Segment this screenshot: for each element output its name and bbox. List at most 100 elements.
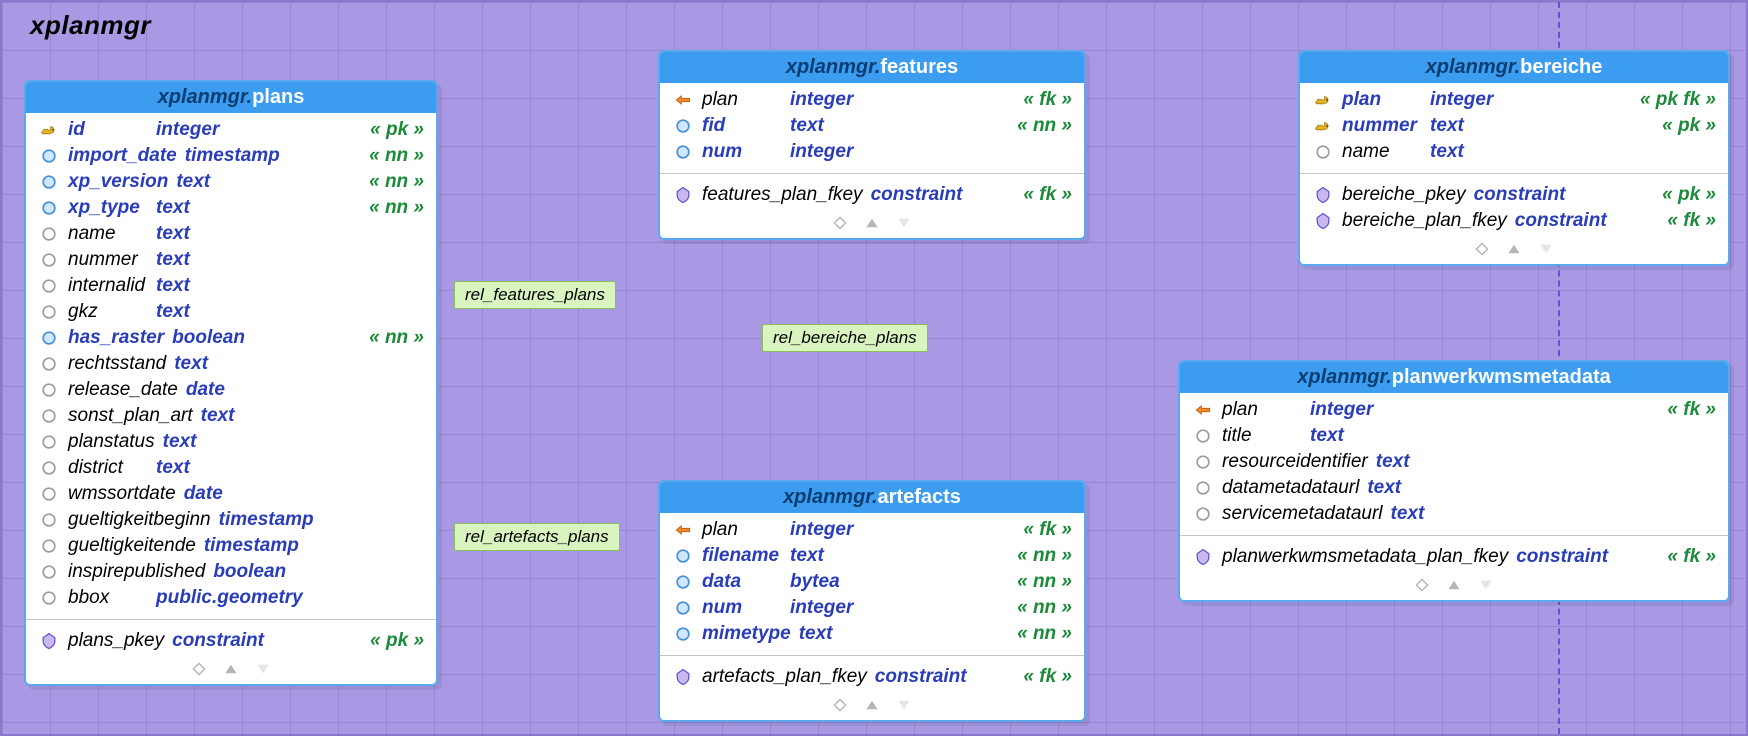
constraint-row[interactable]: artefacts_plan_fkeyconstraint« fk » [660,664,1084,690]
table-footer-controls[interactable] [660,212,1084,238]
column-name: name [68,223,148,245]
table-planwerkwmsmetadata[interactable]: xplanmgr.planwerkwmsmetadata planinteger… [1178,360,1730,602]
triangle-up-icon[interactable] [224,662,238,676]
table-features[interactable]: xplanmgr.features planinteger« fk »fidte… [658,50,1086,240]
column-row[interactable]: xp_typetext« nn » [26,195,436,221]
cons-icon [38,630,60,652]
column-row[interactable]: planinteger« fk » [1180,397,1728,423]
column-row[interactable]: planstatustext [26,429,436,455]
cons-icon [672,184,694,206]
column-row[interactable]: idinteger« pk » [26,117,436,143]
diamond-icon[interactable] [192,662,206,676]
column-flags: « nn » [369,327,424,349]
column-row[interactable]: internalidtext [26,273,436,299]
cons-icon [672,666,694,688]
triangle-down-icon[interactable] [1539,242,1553,256]
column-row[interactable]: fidtext« nn » [660,113,1084,139]
table-artefacts-header[interactable]: xplanmgr.artefacts [660,482,1084,513]
column-row[interactable]: numinteger [660,139,1084,165]
column-row[interactable]: inspirepublishedboolean [26,559,436,585]
column-row[interactable]: databytea« nn » [660,569,1084,595]
table-footer-controls[interactable] [1300,238,1728,264]
nn-icon [672,571,694,593]
column-row[interactable]: nametext [1300,139,1728,165]
column-row[interactable]: titletext [1180,423,1728,449]
column-row[interactable]: resourceidentifiertext [1180,449,1728,475]
nn-icon [38,145,60,167]
column-row[interactable]: planinteger« pk fk » [1300,87,1728,113]
column-name: gueltigkeitende [68,535,196,557]
triangle-down-icon[interactable] [256,662,270,676]
column-name: rechtsstand [68,353,166,375]
cons-icon [1312,210,1334,232]
diamond-icon[interactable] [833,698,847,712]
column-row[interactable]: nummertext« pk » [1300,113,1728,139]
column-row[interactable]: gueltigkeitende timestamp [26,533,436,559]
column-name: features_plan_fkey [702,184,863,206]
table-plans-header[interactable]: xplanmgr.plans [26,82,436,113]
column-name: wmssortdate [68,483,176,505]
column-name: planwerkwmsmetadata_plan_fkey [1222,546,1508,568]
table-plans[interactable]: xplanmgr.plans idinteger« pk »import_dat… [24,80,438,686]
table-artefacts[interactable]: xplanmgr.artefacts planinteger« fk »file… [658,480,1086,722]
column-row[interactable]: rechtsstand text [26,351,436,377]
nn-icon [672,597,694,619]
column-row[interactable]: planinteger« fk » [660,517,1084,543]
col-icon [1192,477,1214,499]
column-type: text [176,171,210,193]
table-features-header[interactable]: xplanmgr.features [660,52,1084,83]
diamond-icon[interactable] [1475,242,1489,256]
column-flags: « fk » [1667,399,1716,421]
column-row[interactable]: has_rasterboolean« nn » [26,325,436,351]
column-row[interactable]: wmssortdatedate [26,481,436,507]
triangle-down-icon[interactable] [897,216,911,230]
column-type: timestamp [204,535,299,557]
triangle-up-icon[interactable] [865,216,879,230]
diamond-icon[interactable] [1415,578,1429,592]
col-icon [38,405,60,427]
column-row[interactable]: numinteger« nn » [660,595,1084,621]
column-row[interactable]: gueltigkeitbeginntimestamp [26,507,436,533]
column-row[interactable]: filenametext« nn » [660,543,1084,569]
column-type: text [174,353,208,375]
constraint-row[interactable]: plans_pkeyconstraint« pk » [26,628,436,654]
table-footer-controls[interactable] [1180,574,1728,600]
column-type: constraint [1515,210,1607,232]
column-type: boolean [213,561,286,583]
triangle-up-icon[interactable] [1447,578,1461,592]
table-footer-controls[interactable] [660,694,1084,720]
column-name: release_date [68,379,178,401]
column-type: text [799,623,833,645]
er-canvas[interactable]: xplanmgr rel_features_plans rel_bereiche… [0,0,1748,736]
column-row[interactable]: planinteger« fk » [660,87,1084,113]
column-row[interactable]: gkztext [26,299,436,325]
triangle-down-icon[interactable] [897,698,911,712]
table-planwerkwmsmetadata-header[interactable]: xplanmgr.planwerkwmsmetadata [1180,362,1728,393]
column-type: date [186,379,225,401]
column-row[interactable]: mimetypetext« nn » [660,621,1084,647]
constraint-row[interactable]: planwerkwmsmetadata_plan_fkeyconstraint«… [1180,544,1728,570]
column-row[interactable]: districttext [26,455,436,481]
column-row[interactable]: nametext [26,221,436,247]
table-bereiche-header[interactable]: xplanmgr.bereiche [1300,52,1728,83]
column-row[interactable]: sonst_plan_arttext [26,403,436,429]
nn-icon [672,141,694,163]
column-row[interactable]: bboxpublic.geometry [26,585,436,611]
table-bereiche[interactable]: xplanmgr.bereiche planinteger« pk fk »nu… [1298,50,1730,266]
constraint-row[interactable]: bereiche_pkeyconstraint« pk » [1300,182,1728,208]
column-row[interactable]: xp_versiontext« nn » [26,169,436,195]
constraint-row[interactable]: features_plan_fkeyconstraint« fk » [660,182,1084,208]
constraint-row[interactable]: bereiche_plan_fkeyconstraint« fk » [1300,208,1728,234]
column-type: integer [1430,89,1493,111]
column-row[interactable]: datametadataurltext [1180,475,1728,501]
column-row[interactable]: servicemetadataurltext [1180,501,1728,527]
column-type: integer [1310,399,1373,421]
column-row[interactable]: import_datetimestamp« nn » [26,143,436,169]
triangle-up-icon[interactable] [1507,242,1521,256]
diamond-icon[interactable] [833,216,847,230]
column-row[interactable]: release_date date [26,377,436,403]
triangle-up-icon[interactable] [865,698,879,712]
table-footer-controls[interactable] [26,658,436,684]
triangle-down-icon[interactable] [1479,578,1493,592]
column-row[interactable]: nummertext [26,247,436,273]
